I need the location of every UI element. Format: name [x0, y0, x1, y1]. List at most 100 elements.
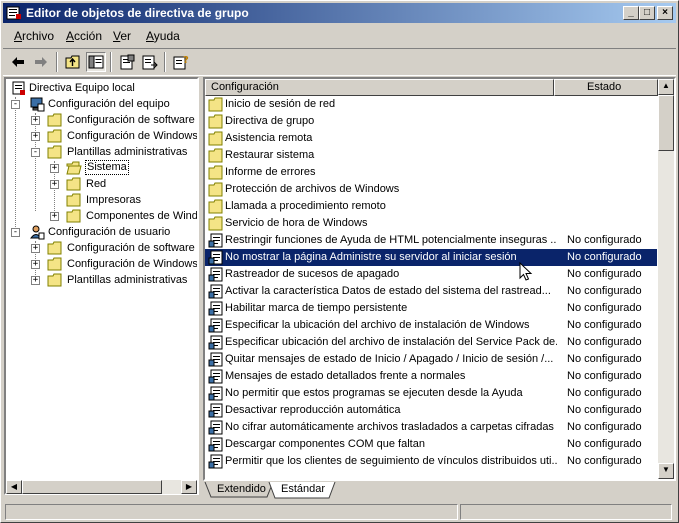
tree-label: Configuración de Windows [67, 130, 198, 142]
menu-accion-rest: cción [74, 29, 103, 43]
back-button[interactable] [8, 52, 28, 72]
title-bar[interactable]: Editor de objetos de directiva de grupo … [3, 3, 676, 23]
folder-row[interactable]: Inicio de sesión de red [205, 96, 657, 113]
expand-icon[interactable]: + [31, 244, 40, 253]
tree-label: Configuración de software [67, 242, 195, 254]
setting-state: No configurado [567, 234, 642, 246]
menu-archivo[interactable]: Archivo [14, 29, 54, 43]
setting-name: Restaurar sistema [225, 149, 315, 161]
tab-estandar[interactable]: Estándar [275, 482, 331, 498]
folder-icon [47, 113, 62, 127]
folder-icon [208, 131, 223, 146]
folder-row[interactable]: Informe de errores [205, 164, 657, 181]
expand-icon[interactable]: + [50, 180, 59, 189]
policy-setting-icon [208, 403, 223, 418]
tree-label: Plantillas administrativas [67, 146, 188, 158]
policy-row[interactable]: Quitar mensajes de estado de Inicio / Ap… [205, 351, 657, 368]
expand-icon[interactable]: + [31, 276, 40, 285]
export-list-button[interactable] [140, 52, 160, 72]
scroll-down-button[interactable]: ▼ [658, 463, 674, 479]
policy-setting-icon [208, 335, 223, 350]
folder-row[interactable]: Protección de archivos de Windows [205, 181, 657, 198]
expand-icon[interactable]: + [50, 212, 59, 221]
policy-row[interactable]: Activar la característica Datos de estad… [205, 283, 657, 300]
scroll-thumb[interactable] [658, 95, 674, 151]
tree-label: Impresoras [86, 194, 142, 206]
forward-button[interactable] [31, 52, 51, 72]
status-cell-secondary [460, 504, 672, 520]
policy-row[interactable]: No cifrar automáticamente archivos trasl… [205, 419, 657, 436]
collapse-icon[interactable]: - [31, 148, 40, 157]
collapse-icon[interactable]: - [11, 228, 20, 237]
collapse-icon[interactable]: - [11, 100, 20, 109]
maximize-icon: □ [643, 7, 651, 18]
menu-accion[interactable]: Acción [66, 29, 102, 43]
expand-icon[interactable]: + [31, 132, 40, 141]
maximize-button[interactable]: □ [639, 6, 655, 20]
up-one-level-button[interactable] [63, 52, 83, 72]
tree-label: Configuración de software [67, 114, 195, 126]
mouse-cursor-icon [519, 262, 533, 281]
expand-icon[interactable]: + [31, 116, 40, 125]
tree-horizontal-scrollbar[interactable]: ◀ ▶ [6, 480, 197, 494]
details-pane[interactable]: Configuración Estado Inicio de sesión de… [203, 77, 676, 481]
list-vertical-scrollbar[interactable]: ▲ ▼ [658, 79, 674, 479]
policy-row[interactable]: Rastreador de sucesos de apagado No confi… [205, 266, 657, 283]
show-hide-tree-button[interactable] [86, 52, 106, 72]
setting-name: Rastreador de sucesos de apagado [225, 268, 400, 280]
close-button[interactable]: × [657, 6, 673, 20]
expand-icon[interactable]: + [31, 260, 40, 269]
setting-state: No configurado [567, 421, 642, 433]
expand-icon[interactable]: + [50, 164, 59, 173]
setting-name: Especificar ubicación del archivo de ins… [225, 336, 557, 348]
gpedit-window: Editor de objetos de directiva de grupo … [0, 0, 679, 523]
close-icon: × [662, 7, 668, 18]
menu-ayuda-rest: yuda [153, 29, 180, 43]
scroll-up-button[interactable]: ▲ [658, 79, 674, 95]
policy-row[interactable]: Descargar componentes COM que faltan No c… [205, 436, 657, 453]
setting-name: Protección de archivos de Windows [225, 183, 400, 195]
policy-row[interactable]: Restringir funciones de Ayuda de HTML po… [205, 232, 657, 249]
policy-setting-icon [208, 454, 223, 469]
folder-icon [208, 165, 223, 180]
policy-row[interactable]: Especificar ubicación del archivo de ins… [205, 334, 657, 351]
policy-row[interactable]: Desactivar reproducción automática No con… [205, 402, 657, 419]
policy-row[interactable]: Mensajes de estado detallados frente a n… [205, 368, 657, 385]
tree-label-selected: Sistema [85, 160, 129, 175]
scroll-thumb[interactable] [22, 480, 162, 494]
tree-label: Configuración del equipo [48, 98, 170, 110]
properties-button[interactable] [117, 52, 137, 72]
scroll-right-button[interactable]: ▶ [181, 480, 197, 494]
column-header-estado[interactable]: Estado [554, 79, 658, 96]
folder-row[interactable]: Asistencia remota [205, 130, 657, 147]
tab-extendido[interactable]: Extendido [211, 482, 272, 498]
folder-row[interactable]: Llamada a procedimiento remoto [205, 198, 657, 215]
tree-pane[interactable]: Directiva Equipo local - Configuración d… [4, 77, 199, 495]
column-header-configuracion[interactable]: Configuración [205, 79, 554, 96]
column-header-label: Estado [587, 81, 622, 93]
setting-state: No configurado [567, 268, 642, 280]
menu-ver-rest: er [120, 29, 132, 43]
setting-name: Especificar la ubicación del archivo de … [225, 319, 530, 331]
policy-row[interactable]: No permitir que estos programas se ejecu… [205, 385, 657, 402]
policy-row[interactable]: Especificar la ubicación del archivo de … [205, 317, 657, 334]
setting-state: No configurado [567, 404, 642, 416]
help-button[interactable]: ? [171, 52, 191, 72]
tree-label: Componentes de Windo [86, 210, 199, 222]
policy-row[interactable]: Habilitar marca de tiempo persistente No … [205, 300, 657, 317]
menu-ver[interactable]: Ver [113, 29, 131, 43]
folder-row[interactable]: Servicio de hora de Windows [205, 215, 657, 232]
folder-icon [208, 199, 223, 214]
folder-row[interactable]: Restaurar sistema [205, 147, 657, 164]
setting-name: Permitir que los clientes de seguimiento… [225, 455, 557, 467]
folder-row[interactable]: Directiva de grupo [205, 113, 657, 130]
up-folder-icon [65, 55, 80, 69]
scroll-left-button[interactable]: ◀ [6, 480, 22, 494]
policy-row[interactable]: Permitir que los clientes de seguimiento… [205, 453, 657, 470]
folder-icon [47, 273, 62, 287]
scroll-left-icon: ◀ [10, 482, 18, 491]
policy-row[interactable]: No mostrar la página Administre su servi… [205, 249, 657, 266]
minimize-button[interactable]: _ [623, 6, 639, 20]
menu-ayuda[interactable]: Ayuda [146, 29, 180, 43]
menu-ayuda-accel: A [146, 29, 154, 43]
